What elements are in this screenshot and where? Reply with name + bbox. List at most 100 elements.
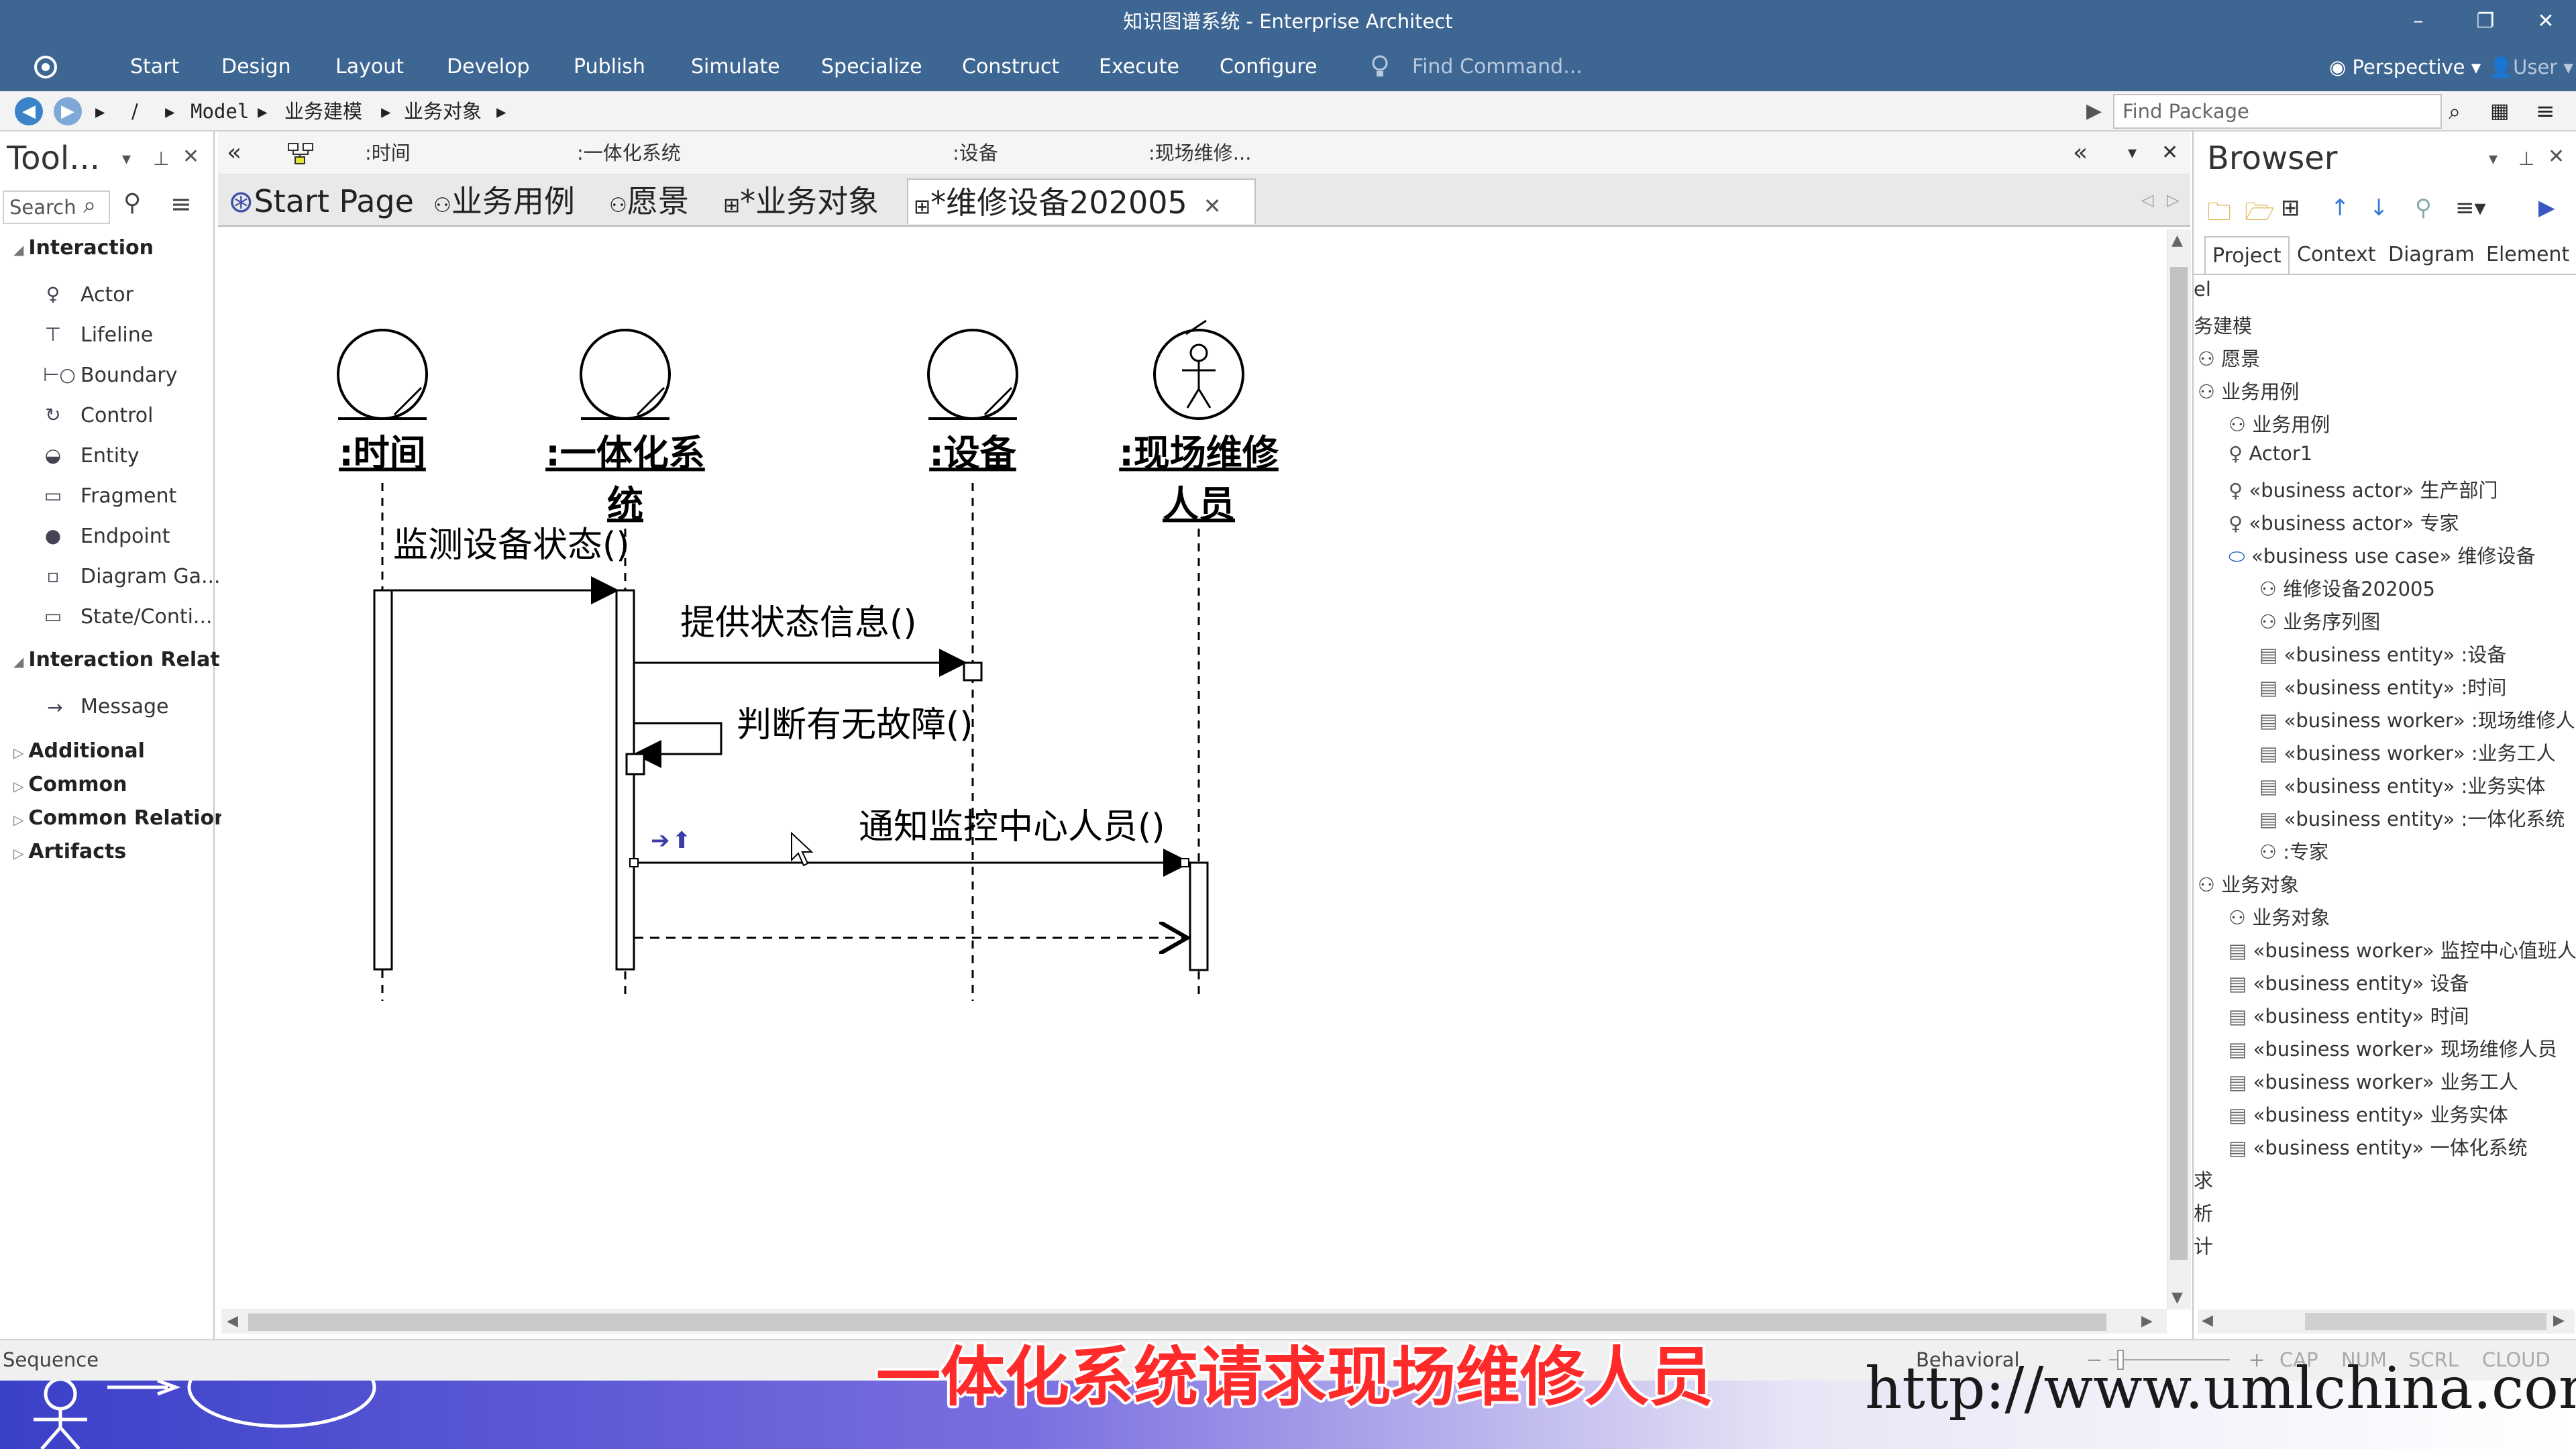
perspective-button[interactable]: ◉ Perspective ▾ xyxy=(2329,43,2481,91)
tool-diagram-gate[interactable]: Diagram Ga... xyxy=(80,565,221,588)
header-lifeline-field-maintenance[interactable]: :现场维修... xyxy=(1148,131,1251,174)
browser-horizontal-scrollbar[interactable]: ◀ ▶ xyxy=(2198,1309,2575,1334)
tool-entity[interactable]: Entity xyxy=(80,444,140,468)
tab-business-use-case[interactable]: ⚇业务用例 xyxy=(428,178,580,224)
scroll-left-icon[interactable]: ◀ xyxy=(2202,1312,2213,1329)
activation-bar[interactable] xyxy=(615,589,635,971)
menu-construct[interactable]: Construct xyxy=(962,43,1059,91)
breadcrumb-model[interactable]: Model xyxy=(191,91,249,131)
grid-icon[interactable]: ▦ xyxy=(2490,91,2509,131)
close-button[interactable]: ✕ xyxy=(2529,5,2563,38)
tree-item[interactable]: ▤ «business entity» 时间 xyxy=(2229,1001,2469,1029)
tree-item[interactable]: ▤ «business entity» 设备 xyxy=(2229,968,2469,996)
menu-layout[interactable]: Layout xyxy=(335,43,404,91)
tree-item[interactable]: ▤ «business entity» 业务实体 xyxy=(2229,1099,2508,1128)
menu-start[interactable]: Start xyxy=(130,43,179,91)
tree-item[interactable]: ♀ «business actor» 专家 xyxy=(2229,508,2459,536)
tool-message[interactable]: Message xyxy=(80,695,168,718)
close-icon[interactable]: ✕ xyxy=(2548,145,2565,168)
breadcrumb-business-object[interactable]: 业务对象 xyxy=(404,91,482,131)
tree-item[interactable]: ▤ «business entity» :一体化系统 xyxy=(2259,804,2565,832)
message-monitor-equipment-status[interactable]: 监测设备状态() xyxy=(392,525,630,604)
tree-item[interactable]: 求 xyxy=(2194,1165,2213,1193)
activation-bar[interactable] xyxy=(1189,861,1209,971)
restore-button[interactable]: ❐ xyxy=(2469,5,2502,38)
selection-handle[interactable] xyxy=(629,858,639,867)
chevron-down-icon[interactable]: ▾ xyxy=(2489,149,2498,169)
hamburger-menu-icon[interactable]: ≡ xyxy=(170,189,192,219)
search-icon[interactable]: ⌕ xyxy=(2449,91,2461,131)
scroll-right-icon[interactable]: ▶ xyxy=(2141,1313,2153,1330)
tree-item[interactable]: ⚇ 愿景 xyxy=(2198,343,2260,372)
selection-handle[interactable] xyxy=(1180,858,1189,867)
forward-arrow-icon[interactable]: ▶ xyxy=(54,97,82,125)
dropdown-icon[interactable]: ▾ xyxy=(2128,131,2137,174)
close-tab-icon[interactable]: ✕ xyxy=(1203,193,1222,219)
tree-item[interactable]: ▤ «business entity» :设备 xyxy=(2259,639,2506,667)
tree-item[interactable]: ♀ Actor1 xyxy=(2229,442,2312,465)
message-check-for-fault[interactable]: 判断有无故障() xyxy=(625,705,973,775)
browser-tab-element[interactable]: Element xyxy=(2486,236,2569,274)
tab-business-object[interactable]: ⊞*业务对象 xyxy=(718,178,884,224)
tree-item[interactable]: ▤ «business worker» :业务工人 xyxy=(2259,738,2556,766)
tree-item[interactable]: ⬭ «business use case» 维修设备 xyxy=(2229,541,2536,569)
toolbox-section-interaction-relationships[interactable]: ◢ Interaction Relatio xyxy=(13,648,241,672)
tree-item[interactable]: ⚇ 业务对象 xyxy=(2229,902,2330,930)
move-up-icon[interactable]: ↑ xyxy=(2330,195,2350,221)
tree-item[interactable]: ⚇ 业务序列图 xyxy=(2259,606,2380,635)
chevron-down-icon[interactable]: ▾ xyxy=(122,149,131,169)
tab-scroll-right-icon[interactable]: ▷ xyxy=(2167,191,2179,209)
header-lifeline-integrated-system[interactable]: :一体化系统 xyxy=(577,131,681,174)
tree-item[interactable]: ⚇ 业务用例 xyxy=(2198,376,2299,405)
tree-item[interactable]: ⚇ 业务用例 xyxy=(2229,409,2330,437)
menu-configure[interactable]: Configure xyxy=(1220,43,1317,91)
tool-control[interactable]: Control xyxy=(80,404,153,427)
move-arrows-icon[interactable]: ➔ ⬆ xyxy=(651,827,692,854)
scroll-thumb[interactable] xyxy=(2170,267,2188,1260)
message-notify-monitoring-center[interactable]: ➔ ⬆ 通知监控中心人员() xyxy=(629,807,1191,877)
tree-item[interactable]: 务建模 xyxy=(2194,311,2252,339)
menu-publish[interactable]: Publish xyxy=(574,43,645,91)
add-diagram-icon[interactable]: ⊞ xyxy=(2281,195,2300,221)
find-package-input[interactable]: Find Package xyxy=(2113,94,2442,129)
toolbox-section-common[interactable]: ▷ Common xyxy=(13,773,127,796)
menu-develop[interactable]: Develop xyxy=(447,43,530,91)
activation-bar[interactable] xyxy=(373,589,393,971)
tree-item[interactable]: ⚇ 业务对象 xyxy=(2198,869,2299,898)
tree-item[interactable]: ▤ «business worker» 监控中心值班人 xyxy=(2229,935,2576,963)
header-lifeline-time[interactable]: :时间 xyxy=(365,131,411,174)
tab-scroll-left-icon[interactable]: ◁ xyxy=(2141,191,2153,209)
scroll-down-icon[interactable]: ▼ xyxy=(2171,1289,2183,1306)
tree-item[interactable]: el xyxy=(2194,278,2211,301)
toolbox-section-interaction[interactable]: ◢ Interaction xyxy=(13,236,154,260)
tab-start-page[interactable]: ⊛Start Page xyxy=(223,178,419,224)
find-icon[interactable]: ⚲ xyxy=(123,189,141,217)
scroll-thumb[interactable] xyxy=(2305,1313,2546,1330)
menu-execute[interactable]: Execute xyxy=(1099,43,1179,91)
vertical-scrollbar[interactable]: ▲ ▼ xyxy=(2167,229,2191,1309)
tree-item[interactable]: ⚇ 维修设备202005 xyxy=(2259,574,2435,602)
scroll-up-icon[interactable]: ▲ xyxy=(2171,232,2183,249)
browser-tab-diagram[interactable]: Diagram xyxy=(2388,236,2475,274)
lifeline-field-maintenance-staff[interactable]: :现场维修 人员 xyxy=(1119,319,1279,1001)
header-lifeline-equipment[interactable]: :设备 xyxy=(953,131,998,174)
folder-icon[interactable]: 🗁 xyxy=(2245,195,2275,235)
menu-simulate[interactable]: Simulate xyxy=(691,43,780,91)
menu-specialize[interactable]: Specialize xyxy=(821,43,922,91)
find-command-input[interactable]: Find Command... xyxy=(1412,43,1582,91)
tab-vision[interactable]: ⚇愿景 xyxy=(604,178,694,224)
scroll-left-icon[interactable]: ◀ xyxy=(227,1313,238,1330)
toolbox-section-common-relationships[interactable]: ▷ Common Relations xyxy=(13,806,240,830)
pin-icon[interactable]: ⊥ xyxy=(153,148,169,170)
browser-tab-project[interactable]: Project xyxy=(2204,236,2290,274)
close-icon[interactable]: ✕ xyxy=(182,145,199,168)
tree-item[interactable]: ▤ «business worker» 现场维修人员 xyxy=(2229,1034,2557,1062)
pin-icon[interactable]: ⊥ xyxy=(2518,148,2534,170)
toolbox-section-additional[interactable]: ▷ Additional xyxy=(13,739,145,763)
tree-item[interactable]: ▤ «business worker» :现场维修人 xyxy=(2259,705,2575,733)
breadcrumb-business-modeling[interactable]: 业务建模 xyxy=(284,91,362,131)
collapse-left-icon[interactable]: « xyxy=(227,131,241,174)
tree-item[interactable]: ♀ «business actor» 生产部门 xyxy=(2229,475,2498,503)
menu-design[interactable]: Design xyxy=(221,43,291,91)
collapse-right-icon[interactable]: « xyxy=(2073,131,2088,174)
